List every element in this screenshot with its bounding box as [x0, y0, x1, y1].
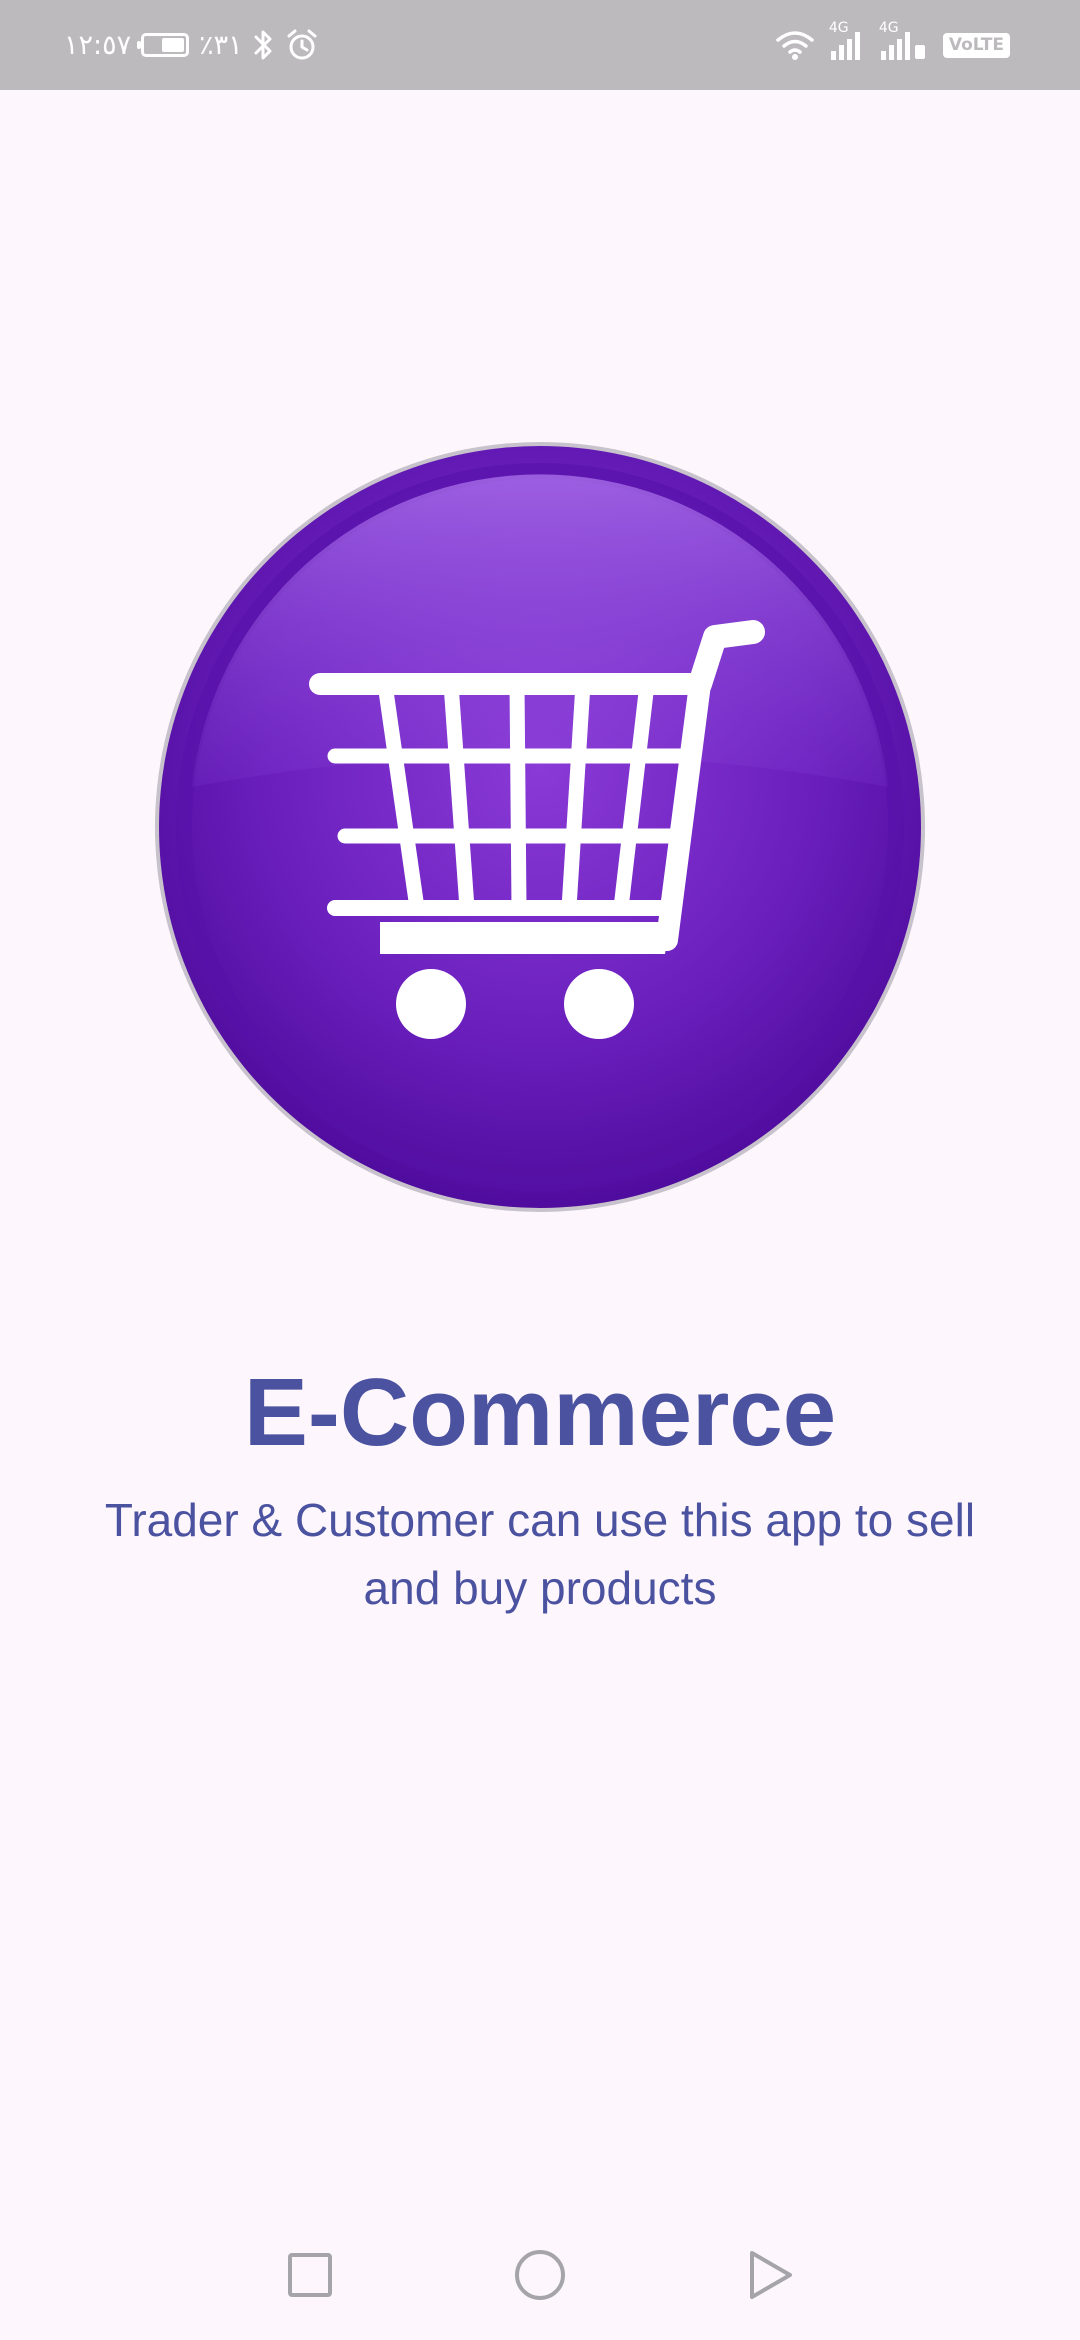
- status-right-group: 4G 4G VoLTE: [775, 0, 1010, 90]
- alarm-icon: [287, 29, 317, 60]
- navigation-bar: [0, 2210, 1080, 2340]
- status-bar: ١٢:٥٧ ٪٣١ 4G 4G VoLTE: [0, 0, 1080, 90]
- battery-percent: ٪٣١: [199, 29, 243, 61]
- app-title: E-Commerce: [243, 1359, 837, 1466]
- triangle-icon: [750, 2251, 792, 2299]
- back-button[interactable]: [735, 2240, 805, 2310]
- app-description: Trader & Customer can use this app to se…: [104, 1494, 976, 1614]
- square-icon: [288, 2253, 332, 2297]
- network-type-2: 4G: [878, 20, 899, 36]
- status-time: ١٢:٥٧: [64, 29, 132, 61]
- cart-wheel-left: [396, 969, 466, 1039]
- network-type-1: 4G: [828, 20, 849, 36]
- battery-icon: [137, 33, 190, 57]
- shopping-cart-logo: [155, 442, 925, 1212]
- wifi-icon: [776, 31, 814, 60]
- circle-icon: [515, 2250, 565, 2300]
- signal-group-1: 4G: [829, 21, 865, 61]
- battery-level-fill: [162, 38, 185, 52]
- home-button[interactable]: [505, 2240, 575, 2310]
- volte-badge: VoLTE: [942, 32, 1010, 58]
- recents-button[interactable]: [275, 2240, 345, 2310]
- signal-group-2: 4G: [879, 21, 929, 61]
- cart-wheel-right: [564, 969, 634, 1039]
- status-left-group: ١٢:٥٧ ٪٣١: [64, 0, 319, 90]
- bluetooth-icon: [254, 30, 272, 60]
